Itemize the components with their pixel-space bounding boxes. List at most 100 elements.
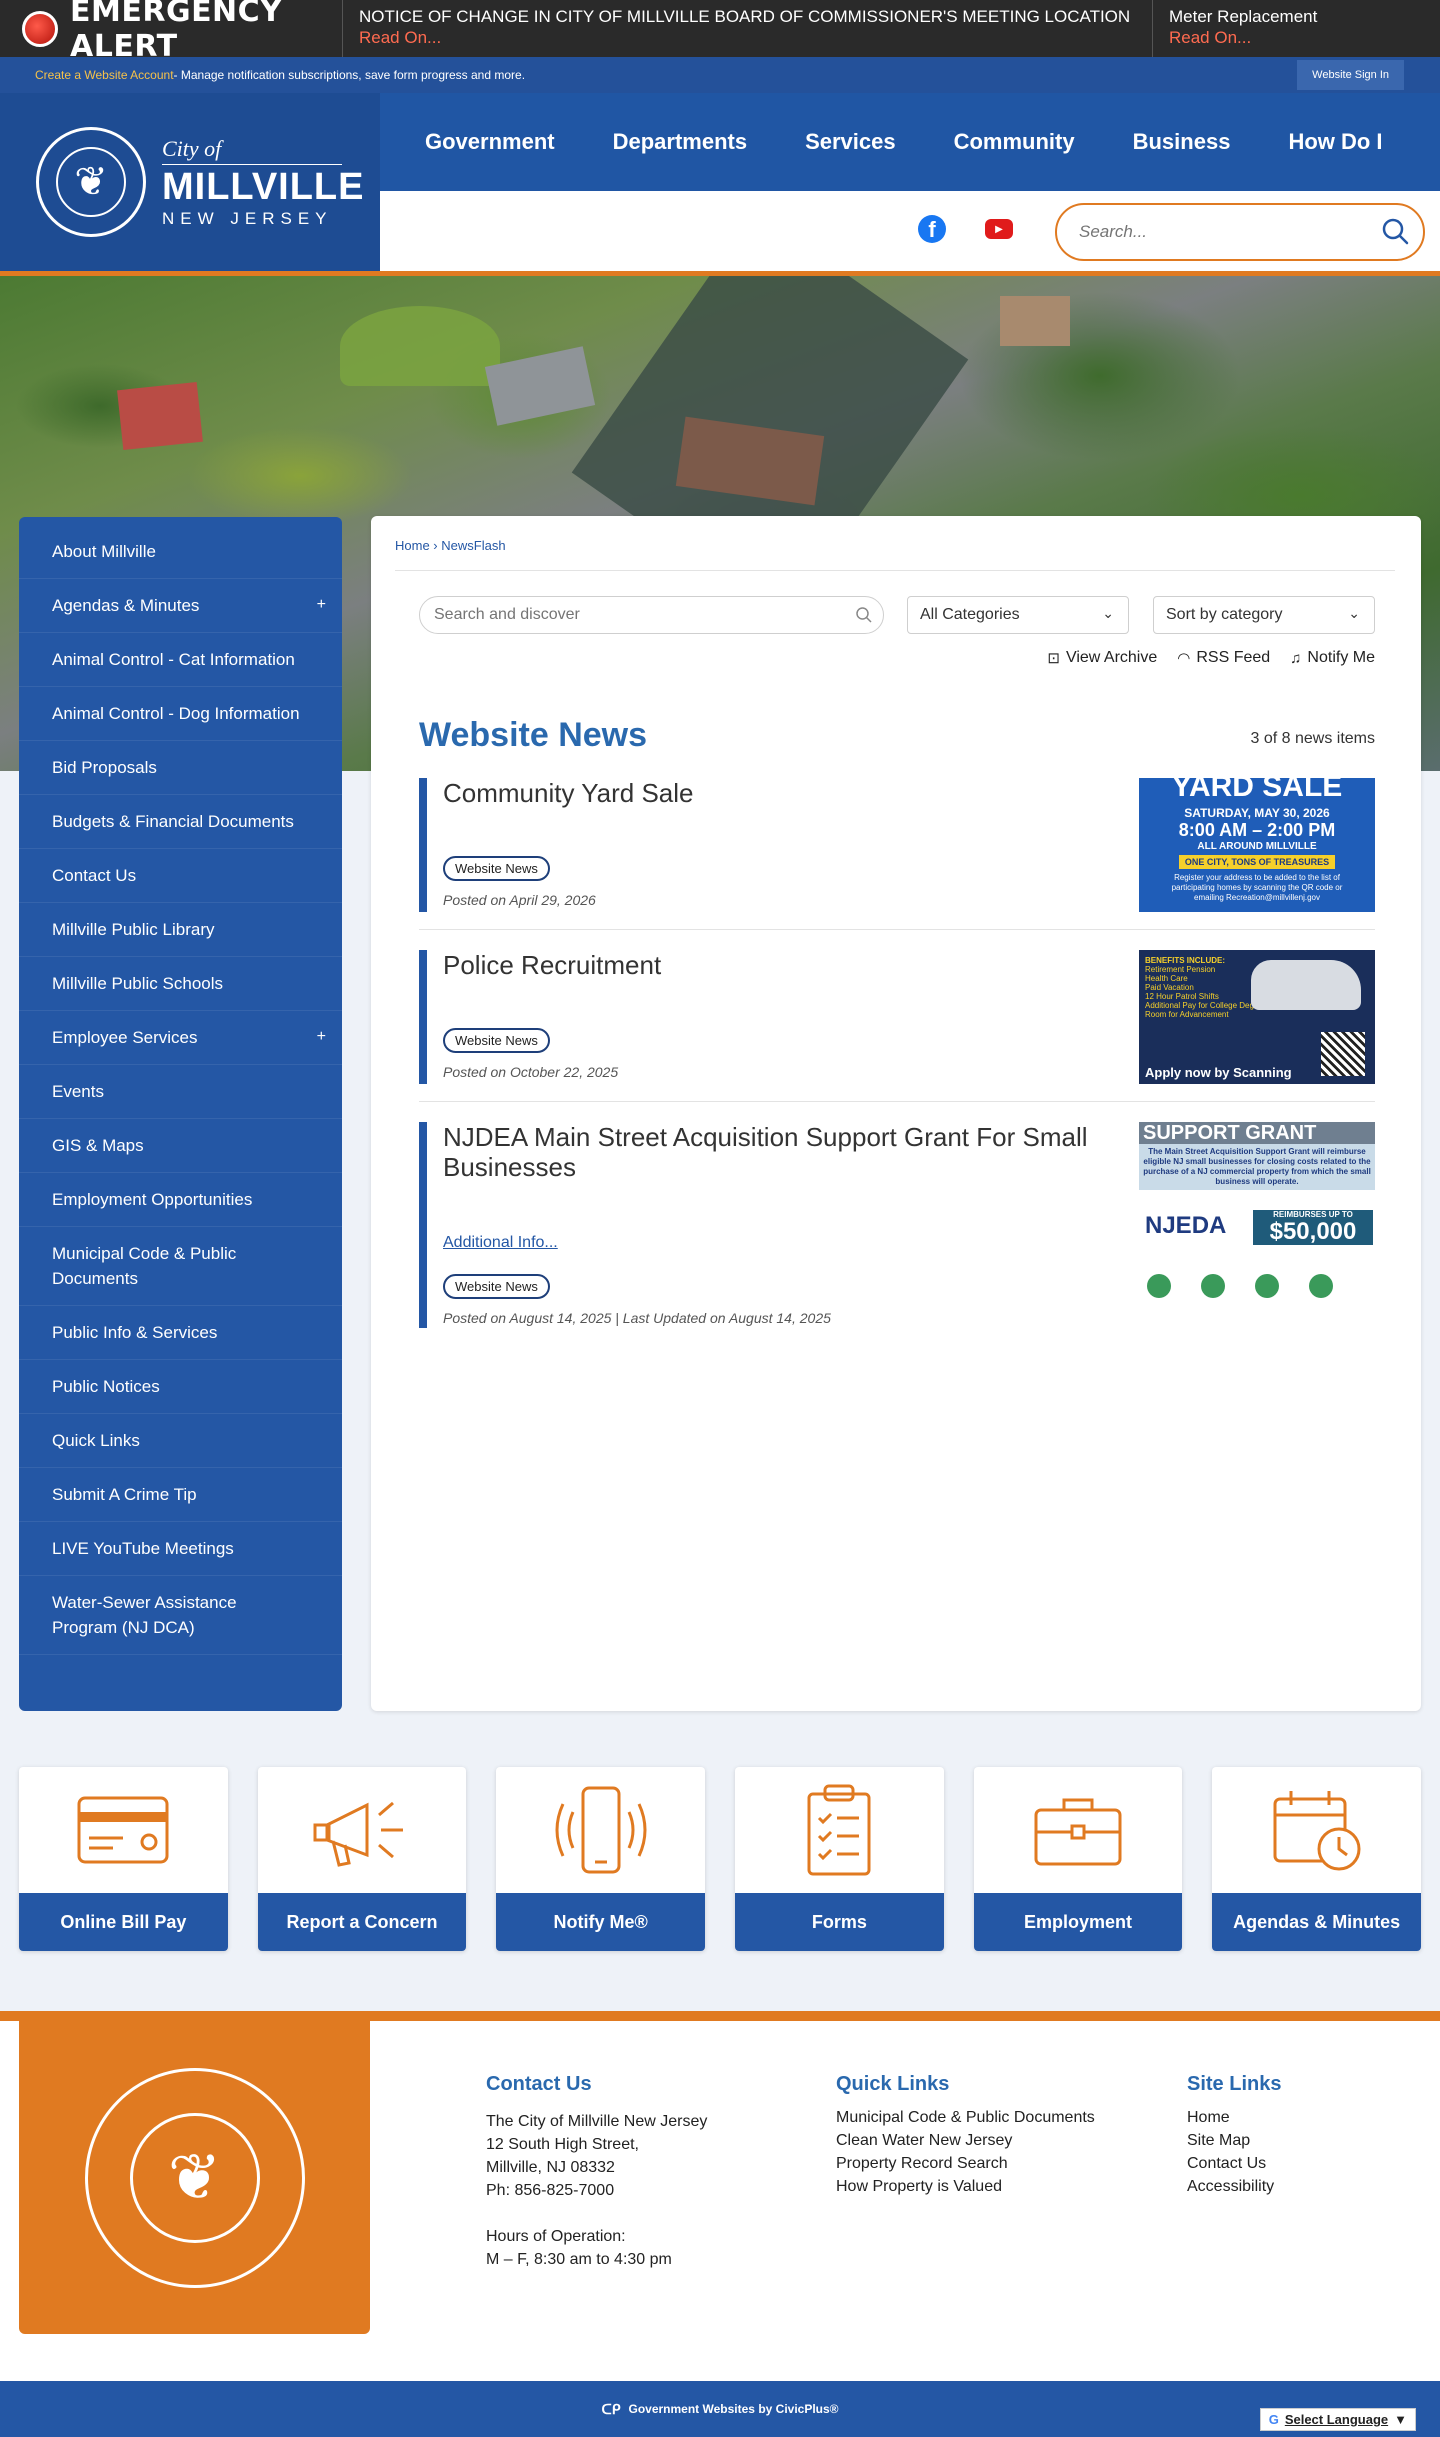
category-select[interactable]: All Categories ⌄ [907, 596, 1129, 634]
sidebar-item-budgets[interactable]: Budgets & Financial Documents [19, 795, 342, 849]
alert-headline: Meter Replacement [1169, 7, 1318, 26]
sidebar-item-employee-services[interactable]: Employee Services + [19, 1011, 342, 1065]
footer-link[interactable]: Site Map [1187, 2133, 1281, 2149]
account-bar: Create a Website Account - Manage notifi… [0, 57, 1440, 93]
view-archive-link[interactable]: ⊡ View Archive [1047, 649, 1157, 667]
news-category-tag[interactable]: Website News [443, 1274, 550, 1299]
expand-icon[interactable]: + [317, 1024, 326, 1049]
divider [395, 570, 1395, 571]
sidebar-item-municipal-code[interactable]: Municipal Code & Public Documents [19, 1227, 342, 1306]
news-category-tag[interactable]: Website News [443, 1028, 550, 1053]
footer-divider [0, 2011, 1440, 2021]
footer-link[interactable]: Accessibility [1187, 2179, 1281, 2195]
tile-online-bill-pay[interactable]: Online Bill Pay [19, 1767, 228, 1951]
sidebar-item-schools[interactable]: Millville Public Schools [19, 957, 342, 1011]
emergency-alert-bar: EMERGENCY ALERT NOTICE OF CHANGE IN CITY… [0, 0, 1440, 64]
site-logo[interactable]: ❦ City of MILLVILLE NEW JERSEY [0, 93, 380, 271]
news-item: NJDEA Main Street Acquisition Support Gr… [419, 1122, 1375, 1328]
sidebar-item-animal-cat[interactable]: Animal Control - Cat Information [19, 633, 342, 687]
sidebar-item-about[interactable]: About Millville [19, 525, 342, 579]
tile-forms[interactable]: Forms [735, 1767, 944, 1951]
chevron-down-icon: ⌄ [1102, 605, 1114, 621]
footer-contact-heading: Contact Us [486, 2073, 592, 2095]
nav-services[interactable]: Services [805, 129, 896, 155]
site-search-input[interactable] [1079, 222, 1369, 242]
rss-icon: ◠ [1177, 650, 1191, 667]
news-thumbnail[interactable]: BENEFITS INCLUDE: Retirement Pension Hea… [1139, 950, 1375, 1084]
site-search [1055, 203, 1425, 261]
tile-employment[interactable]: Employment [973, 1767, 1183, 1951]
news-item: Police Recruitment Website News Posted o… [419, 950, 1375, 1084]
footer: ❦ Contact Us The City of Millville New J… [0, 2021, 1440, 2381]
sidebar-item-public-info[interactable]: Public Info & Services [19, 1306, 342, 1360]
footer-site-heading: Site Links [1187, 2073, 1282, 2095]
website-sign-in-button[interactable]: Website Sign In [1297, 60, 1404, 90]
news-thumbnail[interactable]: SUPPORT GRANT The Main Street Acquisitio… [1139, 1122, 1375, 1328]
additional-info-link[interactable]: Additional Info... [443, 1234, 558, 1252]
sidebar-item-agendas[interactable]: Agendas & Minutes + [19, 579, 342, 633]
nav-government[interactable]: Government [425, 129, 555, 155]
footer-seal: ❦ [19, 2021, 370, 2334]
footer-link[interactable]: Contact Us [1187, 2156, 1281, 2172]
sidebar-item-contact[interactable]: Contact Us [19, 849, 342, 903]
footer-link[interactable]: Municipal Code & Public Documents [836, 2110, 1095, 2126]
sidebar-item-gis[interactable]: GIS & Maps [19, 1119, 342, 1173]
search-icon[interactable] [1381, 217, 1409, 245]
nav-departments[interactable]: Departments [613, 129, 747, 155]
news-item-title[interactable]: Community Yard Sale [443, 778, 1103, 808]
qr-code-icon [1321, 1032, 1365, 1076]
news-heading: Website News [419, 716, 648, 754]
city-seal-icon: ❦ [84, 2067, 305, 2288]
youtube-icon[interactable]: ▶ [985, 219, 1013, 239]
sidebar-item-water-sewer[interactable]: Water-Sewer Assistance Program (NJ DCA) [19, 1576, 342, 1655]
breadcrumb-home[interactable]: Home [395, 538, 430, 553]
rss-feed-link[interactable]: ◠ RSS Feed [1177, 649, 1270, 667]
news-item-title[interactable]: Police Recruitment [443, 950, 1103, 980]
news-category-tag[interactable]: Website News [443, 856, 550, 881]
tile-label: Notify Me® [496, 1893, 706, 1951]
footer-link[interactable]: How Property is Valued [836, 2179, 1095, 2195]
nav-community[interactable]: Community [954, 129, 1075, 155]
sidebar-item-public-notices[interactable]: Public Notices [19, 1360, 342, 1414]
search-icon[interactable] [855, 606, 873, 624]
alert-read-on-link[interactable]: Read On... [1169, 28, 1251, 47]
news-panel: Home › NewsFlash All Categories ⌄ Sort b… [371, 516, 1421, 1711]
sidebar-item-bids[interactable]: Bid Proposals [19, 741, 342, 795]
footer-link[interactable]: Property Record Search [836, 2156, 1095, 2172]
facebook-icon[interactable]: f [918, 215, 946, 243]
nav-business[interactable]: Business [1133, 129, 1231, 155]
calendar-clock-icon [1212, 1767, 1421, 1893]
alert-item[interactable]: Meter Replacement Read On... [1153, 0, 1440, 57]
sidebar-item-events[interactable]: Events [19, 1065, 342, 1119]
alert-light-icon [22, 10, 58, 47]
expand-icon[interactable]: + [317, 592, 326, 617]
alert-item[interactable]: NOTICE OF CHANGE IN CITY OF MILLVILLE BO… [343, 0, 1153, 57]
tile-agendas-minutes[interactable]: Agendas & Minutes [1212, 1767, 1422, 1951]
news-search-input[interactable] [434, 606, 834, 624]
logo-wordmark: City of MILLVILLE NEW JERSEY [162, 136, 365, 229]
footer-contact: Contact Us The City of Millville New Jer… [486, 2073, 708, 2268]
footer-link[interactable]: Home [1187, 2110, 1281, 2126]
alert-read-on-link[interactable]: Read On... [359, 28, 441, 47]
sidebar-item-library[interactable]: Millville Public Library [19, 903, 342, 957]
sidebar-item-crime-tip[interactable]: Submit A Crime Tip [19, 1468, 342, 1522]
news-item-title[interactable]: NJDEA Main Street Acquisition Support Gr… [443, 1122, 1103, 1182]
bottom-bar: ᑕᑭ Government Websites by CivicPlus® G S… [0, 2381, 1440, 2437]
tile-report-a-concern[interactable]: Report a Concern [257, 1767, 467, 1951]
footer-link[interactable]: Clean Water New Jersey [836, 2133, 1095, 2149]
logo-city-name: MILLVILLE [162, 165, 365, 208]
civicplus-credit-link[interactable]: Government Websites by CivicPlus® [629, 2402, 839, 2416]
notify-me-link[interactable]: ♫ Notify Me [1290, 649, 1375, 667]
language-select[interactable]: G Select Language ▼ [1259, 2408, 1416, 2431]
create-account-link[interactable]: Create a Website Account [35, 68, 174, 82]
sidebar-item-youtube-meetings[interactable]: LIVE YouTube Meetings [19, 1522, 342, 1576]
nav-how-do-i[interactable]: How Do I [1288, 129, 1382, 155]
breadcrumb-current[interactable]: NewsFlash [441, 538, 505, 553]
news-thumbnail[interactable]: YARD SALE SATURDAY, MAY 30, 2026 8:00 AM… [1139, 778, 1375, 912]
sidebar-item-animal-dog[interactable]: Animal Control - Dog Information [19, 687, 342, 741]
sidebar-item-quick-links[interactable]: Quick Links [19, 1414, 342, 1468]
footer-site-links: Site Links Home Site Map Contact Us Acce… [1187, 2073, 1281, 2202]
tile-notify-me[interactable]: Notify Me® [496, 1767, 706, 1951]
sort-select[interactable]: Sort by category ⌄ [1153, 596, 1375, 634]
sidebar-item-employment[interactable]: Employment Opportunities [19, 1173, 342, 1227]
